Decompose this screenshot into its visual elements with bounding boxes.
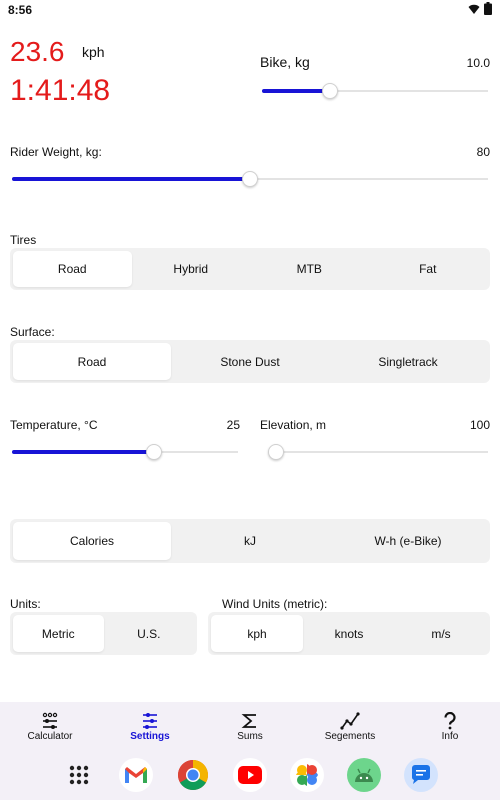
tab-settings-label: Settings (130, 730, 170, 742)
speed-value: 23.6 (10, 36, 65, 67)
units-label: Units: (10, 597, 41, 611)
gmail-icon[interactable] (119, 758, 153, 792)
units-option-metric[interactable]: Metric (13, 615, 104, 652)
elevation-label: Elevation, m (260, 418, 327, 432)
bike-weight-value: 10.0 (466, 56, 490, 70)
tab-settings[interactable]: Settings (100, 702, 200, 750)
slider-thumb[interactable] (146, 444, 163, 460)
rider-weight-label: Rider Weight, kg: (10, 145, 102, 159)
surface-option-stone-dust[interactable]: Stone Dust (171, 343, 329, 380)
android-icon[interactable] (347, 758, 381, 792)
surface-option-singletrack[interactable]: Singletrack (329, 343, 487, 380)
speed-readout: 23.6 kph (10, 36, 105, 68)
slider-thumb[interactable] (268, 444, 284, 460)
wind-units-label: Wind Units (metric): (222, 597, 328, 611)
apps-grid-icon[interactable] (62, 758, 96, 792)
tab-segments-label: Segements (324, 730, 376, 742)
surface-selector: Road Stone Dust Singletrack (10, 340, 490, 383)
tab-sums[interactable]: Sums (200, 702, 300, 750)
slider-thumb[interactable] (321, 83, 338, 99)
elevation-slider[interactable] (268, 442, 488, 462)
speed-unit: kph (82, 44, 105, 60)
rider-weight-slider[interactable] (12, 169, 488, 189)
status-time: 8:56 (8, 3, 33, 17)
rider-weight-value: 80 (476, 145, 490, 159)
surface-option-road[interactable]: Road (13, 343, 171, 380)
bottom-tab-bar: Calculator Settings Sums Segements Info (0, 702, 500, 750)
tab-info-label: Info (441, 730, 459, 742)
temperature-value: 25 (226, 418, 240, 432)
tab-sums-label: Sums (237, 730, 263, 742)
bike-weight-label: Bike, kg (260, 54, 310, 70)
wind-option-kph[interactable]: kph (211, 615, 303, 652)
tires-option-fat[interactable]: Fat (369, 251, 488, 287)
wind-units-selector: kph knots m/s (208, 612, 490, 655)
chrome-icon[interactable] (176, 758, 210, 792)
sigma-icon (241, 711, 259, 731)
sliders-icon (141, 711, 159, 731)
tires-selector: Road Hybrid MTB Fat (10, 248, 490, 290)
bike-weight-slider[interactable] (262, 81, 488, 101)
temperature-label: Temperature, °C (10, 418, 98, 432)
battery-icon (484, 2, 492, 15)
status-bar: 8:56 (0, 0, 500, 20)
wifi-icon (468, 4, 480, 14)
tab-segments[interactable]: Segements (300, 702, 400, 750)
energy-unit-selector: Calories kJ W-h (e-Bike) (10, 519, 490, 563)
calculator-icon (41, 711, 59, 731)
units-option-us[interactable]: U.S. (104, 615, 195, 652)
energy-option-calories[interactable]: Calories (13, 522, 171, 560)
system-dock (0, 750, 500, 800)
wind-option-ms[interactable]: m/s (395, 615, 487, 652)
tires-option-road[interactable]: Road (13, 251, 132, 287)
photos-icon[interactable] (290, 758, 324, 792)
surface-label: Surface: (10, 325, 55, 339)
elevation-value: 100 (469, 418, 490, 432)
elapsed-time: 1:41:48 (10, 74, 111, 107)
tab-calculator[interactable]: Calculator (0, 702, 100, 750)
chart-line-icon (340, 711, 360, 731)
temperature-slider[interactable] (12, 442, 238, 462)
slider-track (268, 451, 488, 453)
tires-option-mtb[interactable]: MTB (250, 251, 369, 287)
question-icon (443, 711, 457, 731)
energy-option-kj[interactable]: kJ (171, 522, 329, 560)
energy-option-wh[interactable]: W-h (e-Bike) (329, 522, 487, 560)
tires-option-hybrid[interactable]: Hybrid (132, 251, 251, 287)
youtube-icon[interactable] (233, 758, 267, 792)
slider-fill (12, 450, 155, 454)
tab-calculator-label: Calculator (27, 730, 73, 742)
wind-option-knots[interactable]: knots (303, 615, 395, 652)
units-selector: Metric U.S. (10, 612, 197, 655)
status-icons (468, 2, 492, 15)
tab-info[interactable]: Info (400, 702, 500, 750)
slider-thumb[interactable] (242, 171, 258, 187)
tires-label: Tires (10, 233, 37, 247)
slider-fill (262, 89, 330, 93)
slider-fill (12, 177, 250, 181)
messages-icon[interactable] (404, 758, 438, 792)
